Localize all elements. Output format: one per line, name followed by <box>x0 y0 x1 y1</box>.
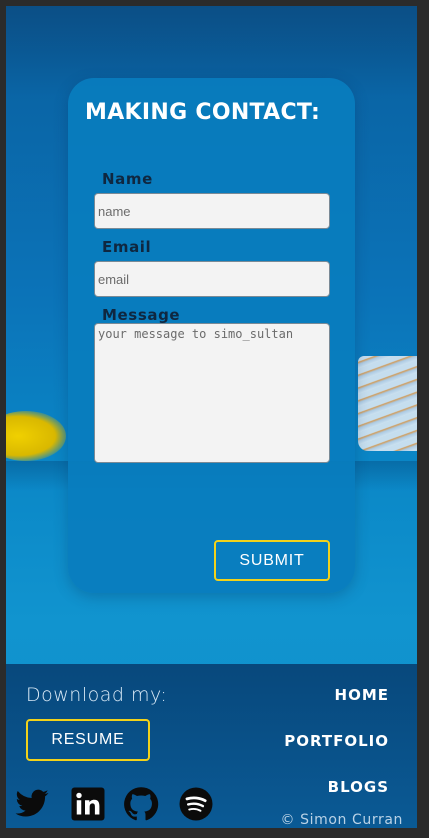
background-paper-object <box>358 356 417 451</box>
nav-link-portfolio[interactable]: PORTFOLIO <box>284 732 389 750</box>
github-icon[interactable] <box>123 786 159 822</box>
nav-link-blogs[interactable]: BLOGS <box>328 778 389 796</box>
submit-button[interactable]: SUBMIT <box>214 540 330 581</box>
twitter-icon[interactable] <box>14 786 50 822</box>
message-textarea[interactable] <box>94 323 330 463</box>
nav-link-home[interactable]: HOME <box>335 686 389 704</box>
page-frame: MAKING CONTACT: Name Email Message SUBMI… <box>6 6 417 828</box>
name-label: Name <box>102 170 153 188</box>
download-label: Download my: <box>26 684 168 706</box>
background-yellow-object <box>6 411 66 461</box>
copyright: © Simon Curran <box>280 812 403 828</box>
linkedin-icon[interactable] <box>70 786 106 822</box>
email-input[interactable] <box>94 261 330 297</box>
resume-button[interactable]: RESUME <box>26 719 150 761</box>
footer: Download my: RESUME HOME PORTFOLIO BLOGS… <box>6 664 417 828</box>
contact-form-card: MAKING CONTACT: Name Email Message SUBMI… <box>68 78 355 593</box>
email-label: Email <box>102 238 152 256</box>
message-label: Message <box>102 306 181 324</box>
contact-form-title: MAKING CONTACT: <box>85 100 321 125</box>
name-input[interactable] <box>94 193 330 229</box>
spotify-icon[interactable] <box>178 786 214 822</box>
